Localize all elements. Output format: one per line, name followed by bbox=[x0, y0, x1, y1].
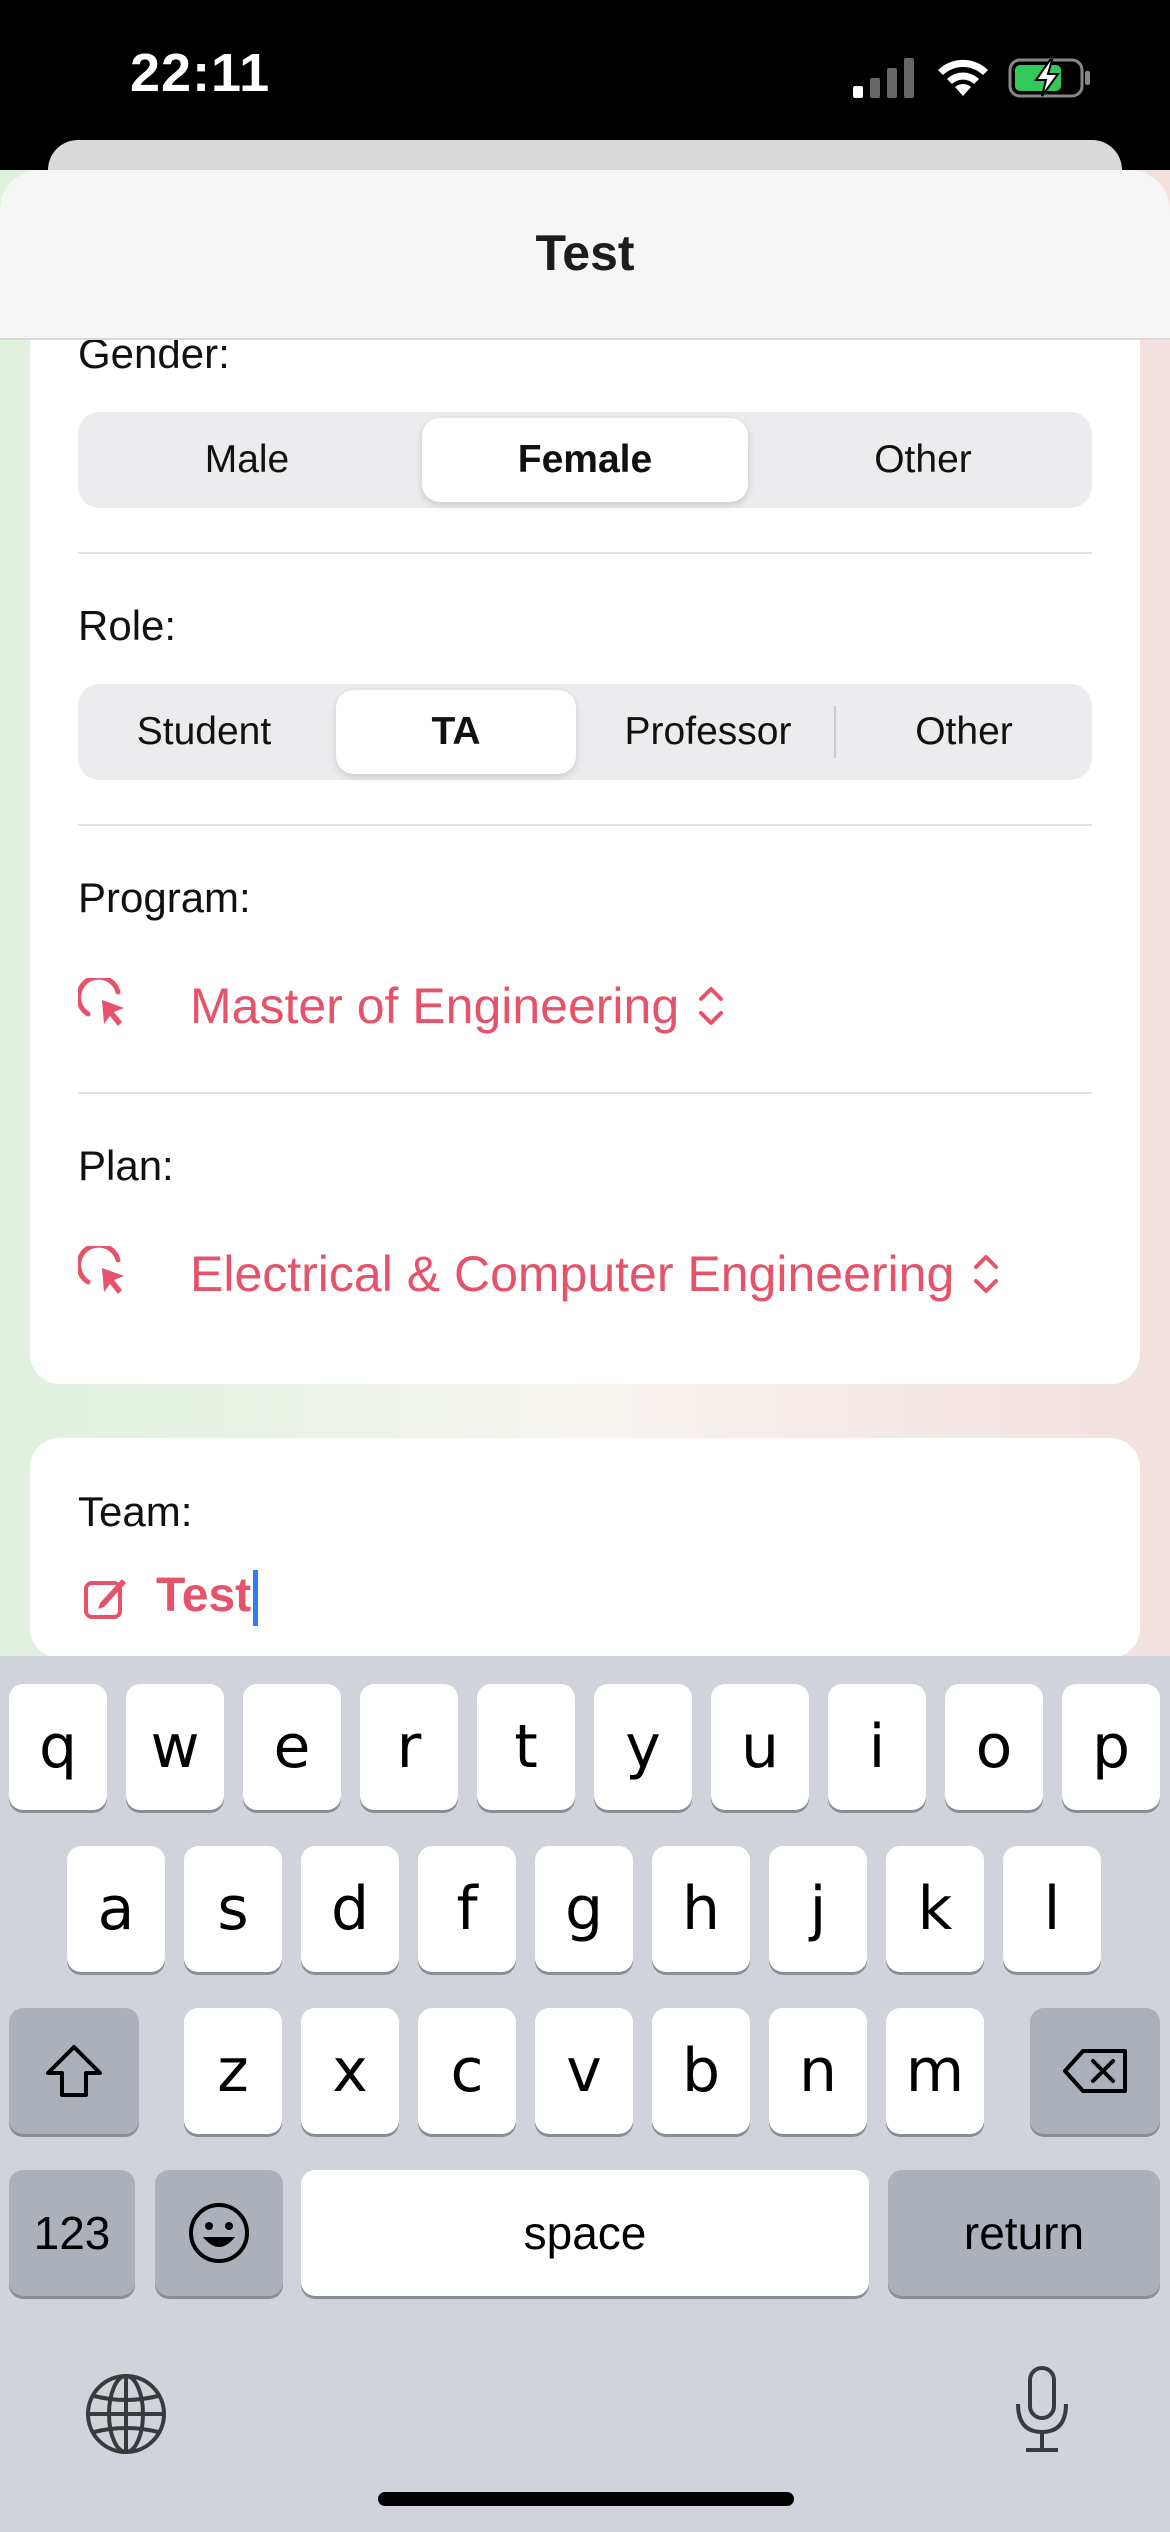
gender-option-female[interactable]: Female bbox=[422, 418, 748, 502]
numbers-key-label: 123 bbox=[33, 2207, 111, 2259]
key-n[interactable]: n bbox=[769, 2008, 867, 2134]
program-picker[interactable]: Master of Engineering bbox=[78, 966, 729, 1046]
divider bbox=[78, 824, 1092, 826]
text-caret bbox=[253, 1570, 259, 1627]
key-z[interactable]: z bbox=[184, 2008, 282, 2134]
key-h[interactable]: h bbox=[652, 1846, 750, 1972]
chevron-up-down-icon bbox=[699, 987, 724, 1025]
globe-icon[interactable] bbox=[84, 2372, 168, 2456]
key-a[interactable]: a bbox=[67, 1846, 165, 1972]
divider bbox=[78, 1092, 1092, 1094]
key-s[interactable]: s bbox=[184, 1846, 282, 1972]
profile-form-card: Gender: Male Female Other Role: Student … bbox=[30, 280, 1140, 1384]
role-option-other[interactable]: Other bbox=[842, 690, 1086, 774]
key-m[interactable]: m bbox=[886, 2008, 984, 2134]
plan-value[interactable]: Electrical & Computer Engineering bbox=[190, 1245, 954, 1303]
keyboard: qwertyuiop asdfghjkl zxcvbnm 123 space r… bbox=[0, 1656, 1170, 2532]
role-option-student[interactable]: Student bbox=[84, 690, 324, 774]
key-v[interactable]: v bbox=[535, 2008, 633, 2134]
gender-option-male[interactable]: Male bbox=[84, 418, 410, 502]
plan-picker[interactable]: Electrical & Computer Engineering bbox=[78, 1234, 1004, 1314]
team-input[interactable]: Test bbox=[156, 1568, 259, 1627]
role-label: Role: bbox=[78, 602, 177, 649]
key-x[interactable]: x bbox=[301, 2008, 399, 2134]
return-key[interactable]: return bbox=[888, 2170, 1160, 2296]
key-g[interactable]: g bbox=[535, 1846, 633, 1972]
segment-separator bbox=[834, 706, 836, 758]
team-card: Team: Test bbox=[30, 1438, 1140, 1658]
return-key-label: return bbox=[963, 2207, 1085, 2259]
emoji-key[interactable] bbox=[155, 2170, 283, 2296]
space-key[interactable]: space bbox=[301, 2170, 869, 2296]
key-t[interactable]: t bbox=[477, 1684, 575, 1810]
sheet-header: Test bbox=[0, 170, 1170, 340]
key-r[interactable]: r bbox=[360, 1684, 458, 1810]
team-field[interactable]: Test bbox=[82, 1568, 259, 1627]
key-b[interactable]: b bbox=[652, 2008, 750, 2134]
status-bar: 22:11 bbox=[0, 0, 1170, 160]
divider bbox=[78, 552, 1092, 554]
pointer-icon bbox=[78, 978, 124, 1026]
key-f[interactable]: f bbox=[418, 1846, 516, 1972]
backspace-icon bbox=[1063, 2049, 1127, 2093]
sheet-title: Test bbox=[535, 225, 635, 281]
team-label: Team: bbox=[78, 1488, 193, 1535]
key-o[interactable]: o bbox=[945, 1684, 1043, 1810]
home-indicator bbox=[378, 2492, 794, 2506]
key-u[interactable]: u bbox=[711, 1684, 809, 1810]
key-l[interactable]: l bbox=[1003, 1846, 1101, 1972]
key-q[interactable]: q bbox=[9, 1684, 107, 1810]
wifi-icon bbox=[938, 59, 988, 96]
pointer-icon bbox=[78, 1246, 124, 1294]
battery-charging-icon bbox=[1008, 58, 1090, 98]
microphone-icon[interactable] bbox=[1010, 2364, 1074, 2456]
program-value[interactable]: Master of Engineering bbox=[190, 977, 679, 1035]
key-y[interactable]: y bbox=[594, 1684, 692, 1810]
key-e[interactable]: e bbox=[243, 1684, 341, 1810]
key-d[interactable]: d bbox=[301, 1846, 399, 1972]
shift-icon bbox=[46, 2045, 102, 2097]
role-option-ta[interactable]: TA bbox=[336, 690, 576, 774]
key-p[interactable]: p bbox=[1062, 1684, 1160, 1810]
space-key-label: space bbox=[523, 2207, 647, 2259]
plan-label: Plan: bbox=[78, 1142, 174, 1189]
status-time: 22:11 bbox=[130, 43, 271, 103]
numbers-key[interactable]: 123 bbox=[9, 2170, 135, 2296]
emoji-icon bbox=[189, 2203, 249, 2263]
edit-icon bbox=[84, 1579, 126, 1620]
shift-key[interactable] bbox=[9, 2008, 139, 2134]
chevron-up-down-icon bbox=[974, 1255, 999, 1293]
key-j[interactable]: j bbox=[769, 1846, 867, 1972]
key-w[interactable]: w bbox=[126, 1684, 224, 1810]
role-segmented-control[interactable]: Student TA Professor Other bbox=[78, 684, 1092, 780]
delete-key[interactable] bbox=[1030, 2008, 1160, 2134]
cellular-signal-icon bbox=[853, 58, 914, 98]
key-c[interactable]: c bbox=[418, 2008, 516, 2134]
gender-segmented-control[interactable]: Male Female Other bbox=[78, 412, 1092, 508]
program-label: Program: bbox=[78, 874, 251, 921]
role-option-professor[interactable]: Professor bbox=[588, 690, 828, 774]
key-k[interactable]: k bbox=[886, 1846, 984, 1972]
gender-option-other[interactable]: Other bbox=[760, 418, 1086, 502]
team-input-value: Test bbox=[156, 1569, 252, 1622]
key-i[interactable]: i bbox=[828, 1684, 926, 1810]
